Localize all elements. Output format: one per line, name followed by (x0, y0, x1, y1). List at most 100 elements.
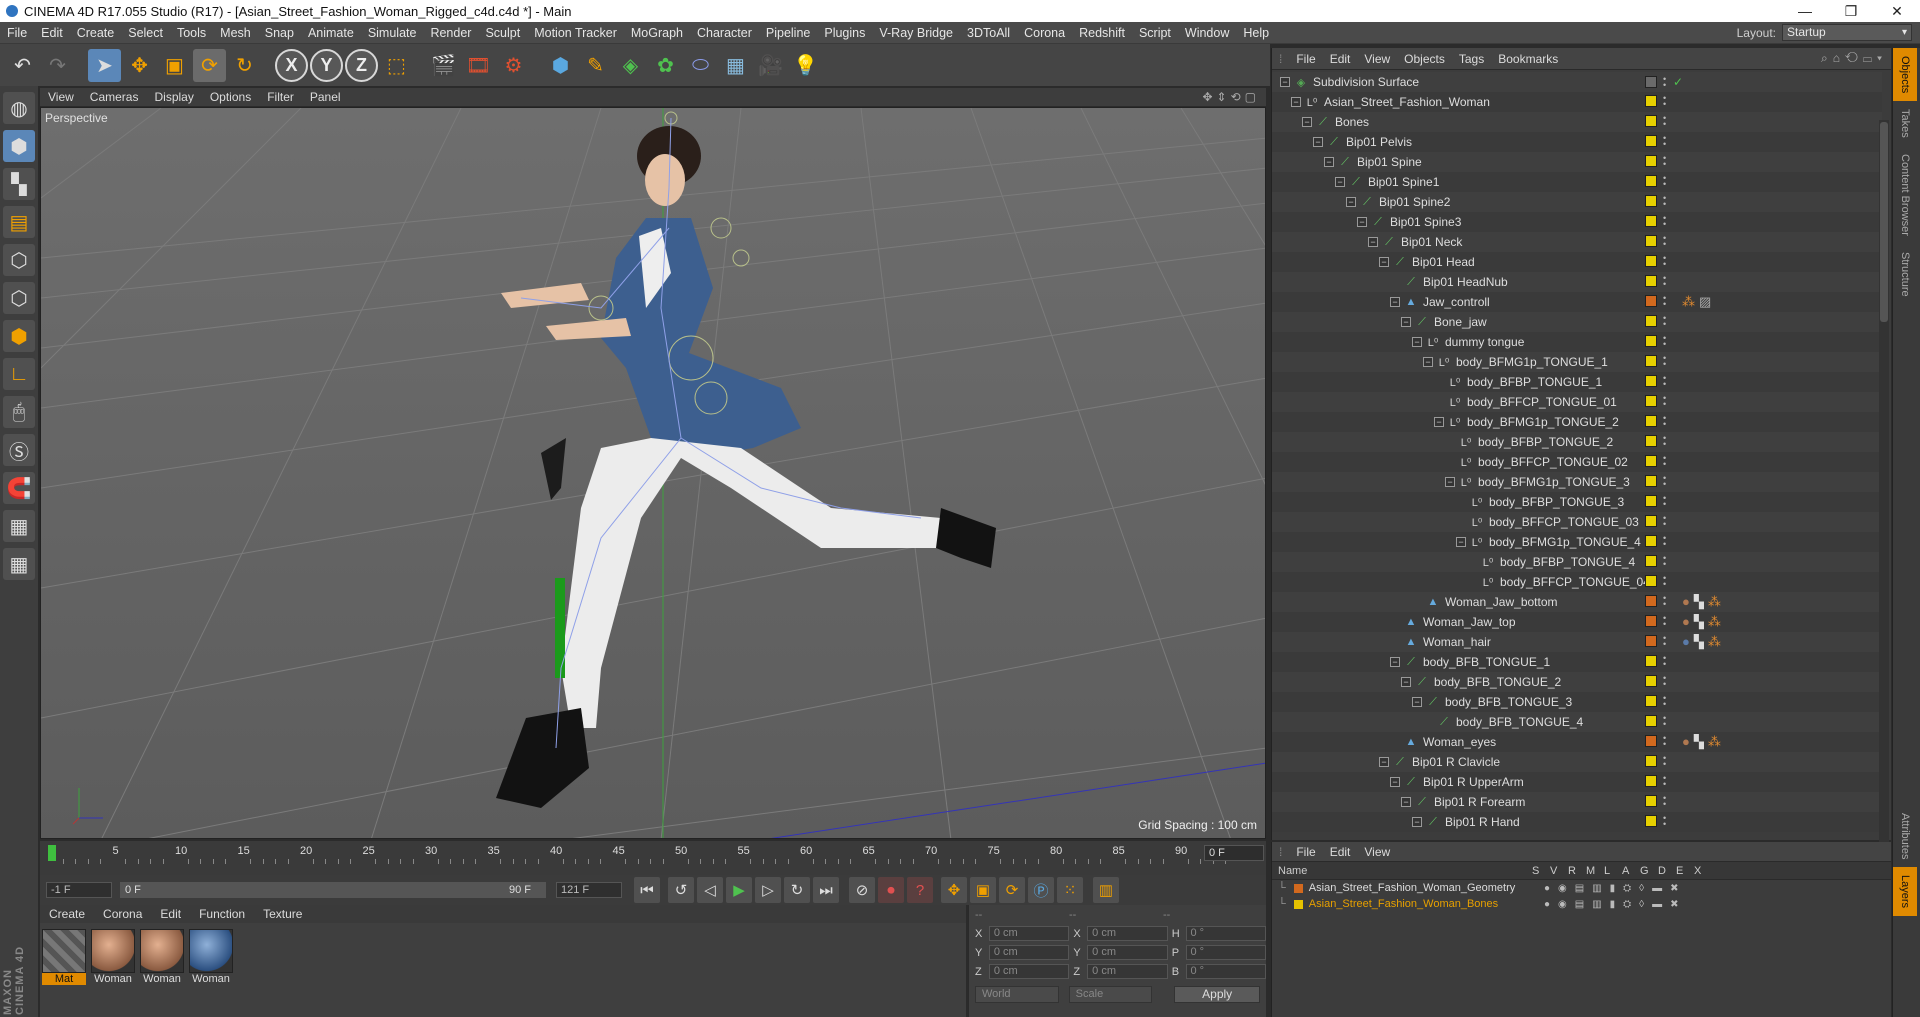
cube-primitive-icon[interactable]: ⬢ (544, 49, 577, 82)
layer-color-swatch[interactable] (1645, 555, 1657, 567)
key-scale-icon[interactable]: ▣ (970, 877, 996, 903)
object-tree-scrollbar[interactable] (1879, 120, 1889, 888)
visibility-dots-icon[interactable]: • • (1663, 494, 1667, 509)
render-picture-viewer-icon[interactable]: 🎞 (462, 49, 495, 82)
visibility-dots-icon[interactable]: • • (1663, 614, 1667, 629)
object-tree-row[interactable]: − ◈ Subdivision Surface • • ✓ (1272, 72, 1882, 92)
render-view-icon[interactable]: 🎬 (427, 49, 460, 82)
tab-structure[interactable]: Structure (1893, 244, 1917, 305)
make-editable-icon[interactable]: ◍ (3, 92, 35, 124)
visibility-dots-icon[interactable]: • • (1663, 114, 1667, 129)
layer-color-swatch[interactable] (1645, 195, 1657, 207)
tree-expand-toggle[interactable]: − (1313, 137, 1323, 147)
tree-expand-toggle[interactable]: − (1412, 697, 1422, 707)
visibility-dots-icon[interactable]: • • (1663, 134, 1667, 149)
layer-color-swatch[interactable] (1645, 635, 1657, 647)
objects-menu-edit[interactable]: Edit (1323, 52, 1358, 66)
layer-color-swatch[interactable] (1645, 575, 1657, 587)
object-tree-row[interactable]: − ⟋ Bip01 Head • • (1272, 252, 1882, 272)
rotation-p-field[interactable]: 0 ° (1185, 945, 1267, 960)
visibility-dots-icon[interactable]: • • (1663, 754, 1667, 769)
tree-expand-toggle[interactable]: − (1390, 657, 1400, 667)
material-item[interactable]: Woman (189, 929, 233, 985)
weight-tag-icon[interactable]: ⁂ (1708, 614, 1721, 630)
position-x-field[interactable]: 0 cm (988, 926, 1070, 941)
object-tree-row[interactable]: − ⟋ Bip01 R Clavicle • • (1272, 752, 1882, 772)
rotation-b-field[interactable]: 0 ° (1185, 964, 1267, 979)
apply-button[interactable]: Apply (1174, 986, 1260, 1003)
tree-expand-toggle[interactable]: − (1324, 157, 1334, 167)
end-frame-field[interactable]: 121 F (556, 882, 622, 898)
menu-redshift[interactable]: Redshift (1072, 26, 1132, 40)
layer-color-swatch[interactable] (1645, 95, 1657, 107)
layer-color-swatch[interactable] (1645, 535, 1657, 547)
visibility-dots-icon[interactable]: • • (1663, 474, 1667, 489)
previous-frame-icon[interactable]: ◁ (697, 877, 723, 903)
weight-tag-icon[interactable]: ⁂ (1682, 294, 1695, 310)
tree-expand-toggle[interactable]: − (1401, 677, 1411, 687)
layer-color-swatch[interactable] (1645, 755, 1657, 767)
object-tags[interactable]: ● ▚ ⁂ (1682, 614, 1721, 630)
solo-mode-icon[interactable]: Ⓢ (3, 434, 35, 466)
move-tool-icon[interactable]: ✥ (123, 49, 156, 82)
menu-vray-bridge[interactable]: V-Ray Bridge (872, 26, 960, 40)
layer-color-swatch[interactable] (1645, 395, 1657, 407)
material-item[interactable]: Woman (91, 929, 135, 985)
visibility-dots-icon[interactable]: • • (1663, 794, 1667, 809)
layer-color-swatch[interactable] (1645, 735, 1657, 747)
menu-motion-tracker[interactable]: Motion Tracker (527, 26, 624, 40)
visibility-dots-icon[interactable]: • • (1663, 774, 1667, 789)
object-tree-row[interactable]: − ⟋ Bones • • (1272, 112, 1882, 132)
deformer-icon[interactable]: ⬭ (684, 49, 717, 82)
y-axis-lock-button[interactable]: Y (310, 48, 343, 82)
tree-expand-toggle[interactable]: − (1412, 817, 1422, 827)
visibility-dots-icon[interactable]: • • (1663, 434, 1667, 449)
layer-color-swatch[interactable] (1645, 775, 1657, 787)
object-tree-row[interactable]: ▲ Woman_eyes • • ● ▚ ⁂ (1272, 732, 1882, 752)
object-tree-row[interactable]: − ⟋ Bip01 Neck • • (1272, 232, 1882, 252)
layer-color-swatch[interactable] (1645, 155, 1657, 167)
visibility-dots-icon[interactable]: • • (1663, 734, 1667, 749)
key-parameter-icon[interactable]: Ⓟ (1028, 877, 1054, 903)
tree-expand-toggle[interactable]: − (1456, 537, 1466, 547)
tree-expand-toggle[interactable]: − (1280, 77, 1290, 87)
object-tree-row[interactable]: L⁰ body_BFBP_TONGUE_3 • • (1272, 492, 1882, 512)
weight-tag-icon[interactable]: ⁂ (1708, 594, 1721, 610)
rotation-h-field[interactable]: 0 ° (1185, 926, 1267, 941)
tab-attributes[interactable]: Attributes (1893, 805, 1917, 867)
layer-color-swatch[interactable] (1645, 655, 1657, 667)
tree-expand-toggle[interactable]: − (1390, 297, 1400, 307)
layer-color-swatch[interactable] (1645, 815, 1657, 827)
material-tag-icon[interactable]: ● (1682, 634, 1690, 650)
menu-sculpt[interactable]: Sculpt (478, 26, 527, 40)
floor-scene-icon[interactable]: ▦ (719, 49, 752, 82)
material-item[interactable]: Woman (140, 929, 184, 985)
object-tree-row[interactable]: − ⟋ Bip01 R UpperArm • • (1272, 772, 1882, 792)
uvw-tag-icon[interactable]: ▚ (1694, 634, 1704, 650)
object-tree-row[interactable]: ▲ Woman_Jaw_top • • ● ▚ ⁂ (1272, 612, 1882, 632)
visibility-dots-icon[interactable]: • • (1663, 194, 1667, 209)
objects-menu-view[interactable]: View (1357, 52, 1397, 66)
menu-render[interactable]: Render (423, 26, 478, 40)
material-menu-function[interactable]: Function (190, 907, 254, 921)
visibility-dots-icon[interactable]: • • (1663, 574, 1667, 589)
layer-color-swatch[interactable] (1645, 235, 1657, 247)
object-tree-row[interactable]: L⁰ body_BFFCP_TONGUE_04 • • (1272, 572, 1882, 592)
layer-color-swatch[interactable] (1645, 135, 1657, 147)
layers-menu-edit[interactable]: Edit (1323, 845, 1358, 859)
object-tags[interactable]: ● ▚ ⁂ (1682, 594, 1721, 610)
menu-window[interactable]: Window (1178, 26, 1236, 40)
timeline-window-icon[interactable]: ▥ (1093, 877, 1119, 903)
material-tag-icon[interactable]: ● (1682, 594, 1690, 610)
world-dropdown[interactable]: World (975, 986, 1059, 1003)
perspective-viewport[interactable]: Perspective Grid Spacing : 100 cm (40, 107, 1266, 839)
material-item[interactable]: Mat (42, 929, 86, 985)
material-menu-corona[interactable]: Corona (94, 907, 151, 921)
layer-color-swatch[interactable] (1645, 275, 1657, 287)
camera-icon[interactable]: 🎥 (754, 49, 787, 82)
size-z-field[interactable]: 0 cm (1087, 964, 1168, 979)
layer-color-swatch[interactable] (1645, 435, 1657, 447)
menu-create[interactable]: Create (70, 26, 122, 40)
tab-content-browser[interactable]: Content Browser (1893, 146, 1917, 244)
object-tree-row[interactable]: − L⁰ body_BFMG1p_TONGUE_4 • • (1272, 532, 1882, 552)
